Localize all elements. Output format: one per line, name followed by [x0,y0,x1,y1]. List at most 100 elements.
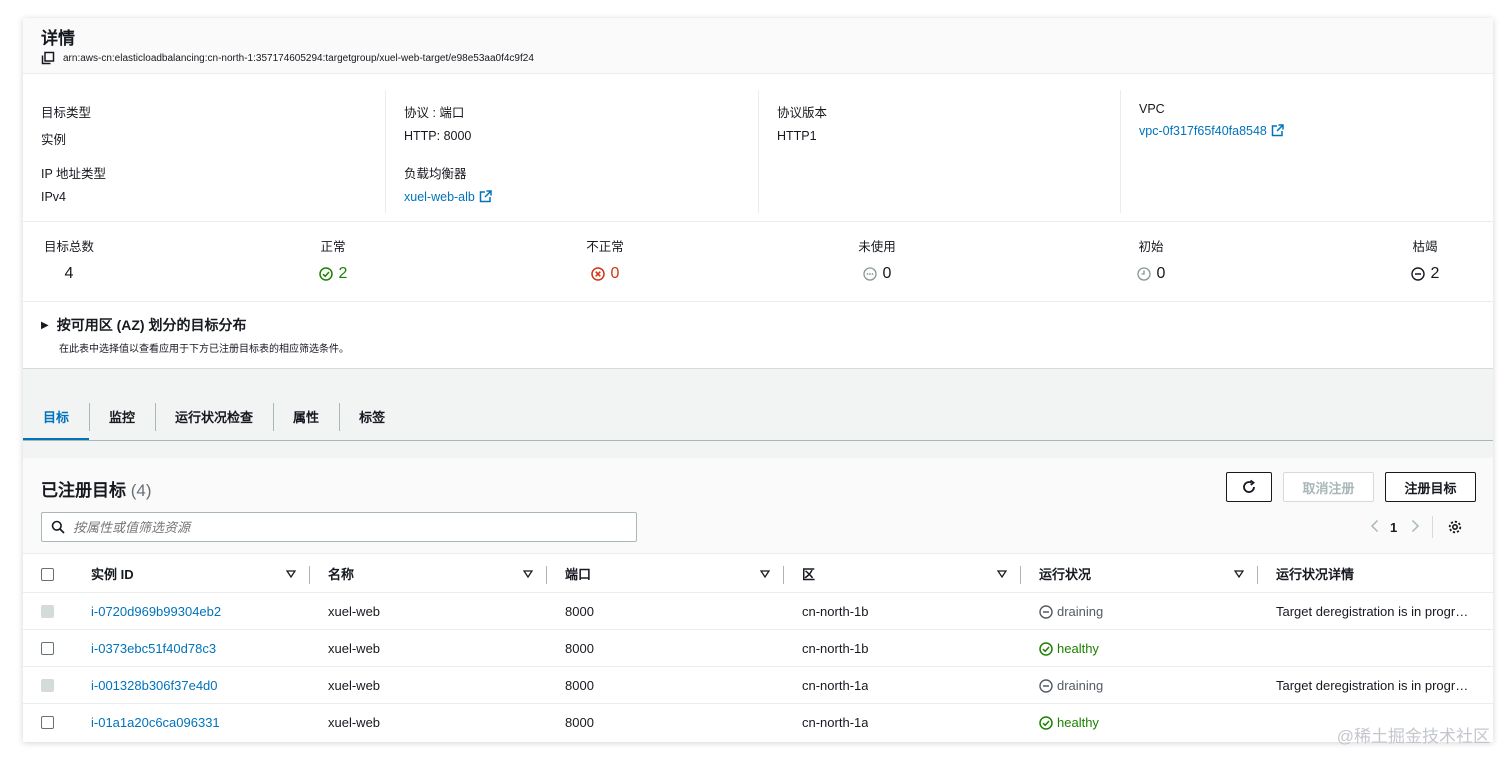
refresh-button[interactable] [1226,472,1272,502]
column-divider[interactable] [1020,566,1021,584]
protocol-version-field: 协议版本 HTTP1 [777,102,827,143]
sort-icon[interactable] [286,569,296,579]
tab-targets[interactable]: 目标 [23,393,90,441]
instance-zone: cn-north-1a [802,678,869,693]
tab-health-checks[interactable]: 运行状况检查 [155,393,273,441]
row-checkbox[interactable] [41,605,54,618]
protocol-version-label: 协议版本 [777,106,828,120]
deregister-button[interactable]: 取消注册 [1283,472,1374,502]
panel-title: 已注册目标 (4) [41,476,152,501]
header-instance-id[interactable]: 实例 ID [91,556,134,593]
count-draining[interactable]: 枯竭 2 [1407,236,1443,283]
pager-divider [1432,516,1434,538]
count-healthy[interactable]: 正常 2 [309,236,357,283]
table-row[interactable]: i-001328b306f37e4d0 xuel-web 8000 cn-nor… [23,667,1493,704]
row-checkbox[interactable] [41,679,54,692]
external-link-icon[interactable] [479,190,492,203]
chevron-right-icon[interactable] [1410,519,1424,536]
sort-icon[interactable] [760,569,770,579]
load-balancer-link[interactable]: xuel-web-alb [404,190,492,204]
count-initial-number[interactable]: 0 [1133,265,1169,283]
column-divider[interactable] [546,566,547,584]
header-health-status[interactable]: 运行状况 [1039,556,1091,593]
health-status: draining [1039,593,1103,630]
count-healthy-value: 2 [338,265,348,282]
count-unhealthy[interactable]: 不正常 0 [583,236,627,283]
count-initial[interactable]: 初始 0 [1133,236,1169,283]
instance-zone: cn-north-1b [802,604,869,619]
panel-title-count: (4) [130,481,152,500]
count-unused-number[interactable]: 0 [855,265,899,283]
register-targets-button[interactable]: 注册目标 [1385,472,1476,502]
unused-circle-icon [862,267,877,281]
instance-port: 8000 [565,678,594,693]
arn-text: arn:aws-cn:elasticloadbalancing:cn-north… [63,52,534,64]
health-status-text: draining [1057,604,1104,619]
instance-name: xuel-web [328,715,381,730]
external-link-icon[interactable] [1271,124,1284,137]
instance-id-link[interactable]: i-001328b306f37e4d0 [91,667,218,704]
column-divider[interactable] [1257,566,1258,584]
az-toggle[interactable]: ▶ 按可用区 (AZ) 划分的目标分布 [41,315,349,335]
header-name[interactable]: 名称 [328,556,354,593]
clock-icon [1136,267,1151,281]
details-col-1: 目标类型 实例 IP 地址类型 IPv4 [23,90,386,213]
header-zone[interactable]: 区 [802,556,815,593]
count-draining-number[interactable]: 2 [1407,265,1443,283]
page-number[interactable]: 1 [1390,520,1397,535]
chevron-left-icon[interactable] [1370,519,1384,536]
tab-monitoring[interactable]: 监控 [89,393,155,441]
az-title[interactable]: 按可用区 (AZ) 划分的目标分布 [57,315,247,335]
vpc-link[interactable]: vpc-0f317f65f40fa8548 [1139,124,1284,138]
table-row[interactable]: i-0720d969b99304eb2 xuel-web 8000 cn-nor… [23,593,1493,630]
tab-attributes[interactable]: 属性 [273,393,339,441]
search-input[interactable] [73,519,613,535]
sort-icon[interactable] [997,569,1007,579]
table-header: 实例 ID 名称 端口 区 运行状况 运行状况详情 [23,556,1493,593]
ip-type-label: IP 地址类型 [41,167,107,181]
az-subtitle: 在此表中选择值以查看应用于下方已注册目标表的相应筛选条件。 [59,344,349,355]
row-checkbox[interactable] [41,716,54,729]
column-divider[interactable] [783,566,784,584]
count-total-label: 目标总数 [43,240,94,254]
arn-row: arn:aws-cn:elasticloadbalancing:cn-north… [41,51,534,65]
error-circle-icon [590,267,605,281]
instance-id-link[interactable]: i-0720d969b99304eb2 [91,593,221,630]
protocol-port-label: 协议 : 端口 [404,106,465,120]
load-balancer-value[interactable]: xuel-web-alb [404,190,475,204]
filter-search[interactable] [41,512,637,542]
details-col-2: 协议 : 端口 HTTP: 8000 负载均衡器 xuel-web-alb [386,90,759,213]
vpc-value[interactable]: vpc-0f317f65f40fa8548 [1139,124,1267,138]
instance-id-link[interactable]: i-0373ebc51f40d78c3 [91,630,216,667]
gear-icon[interactable] [1447,519,1463,535]
count-unhealthy-number[interactable]: 0 [583,265,627,283]
count-unused-value: 0 [882,265,892,282]
vpc-field: VPC vpc-0f317f65f40fa8548 [1139,102,1284,138]
column-divider[interactable] [309,566,310,584]
caret-right-icon[interactable]: ▶ [41,320,49,331]
count-unhealthy-label: 不正常 [586,240,624,254]
sort-icon[interactable] [523,569,533,579]
details-grid: 目标类型 实例 IP 地址类型 IPv4 协议 : 端口 HTTP: 8000 … [23,90,1493,213]
count-healthy-number[interactable]: 2 [309,265,357,283]
panel-header: 已注册目标 (4) 取消注册 注册目标 1 [23,458,1493,554]
health-details [1276,630,1486,667]
instance-name: xuel-web [328,641,381,656]
count-unused[interactable]: 未使用 0 [855,236,899,283]
row-checkbox[interactable] [41,642,54,655]
header-health-details[interactable]: 运行状况详情 [1276,556,1354,593]
health-details: Target deregistration is in progr… [1276,604,1469,619]
table-row[interactable]: i-01a1a20c6ca096331 xuel-web 8000 cn-nor… [23,704,1493,741]
header-port[interactable]: 端口 [565,556,591,593]
instance-id-link[interactable]: i-01a1a20c6ca096331 [91,704,220,741]
sort-icon[interactable] [1234,569,1244,579]
az-distribution[interactable]: ▶ 按可用区 (AZ) 划分的目标分布 在此表中选择值以查看应用于下方已注册目标… [41,315,349,355]
tabs-divider [23,440,1493,441]
copy-icon[interactable] [41,51,55,65]
check-circle-icon [318,267,333,281]
table-row[interactable]: i-0373ebc51f40d78c3 xuel-web 8000 cn-nor… [23,630,1493,667]
count-unhealthy-value: 0 [610,265,620,282]
select-all-checkbox[interactable] [41,568,54,581]
instance-port: 8000 [565,641,594,656]
tab-tags[interactable]: 标签 [339,393,405,441]
